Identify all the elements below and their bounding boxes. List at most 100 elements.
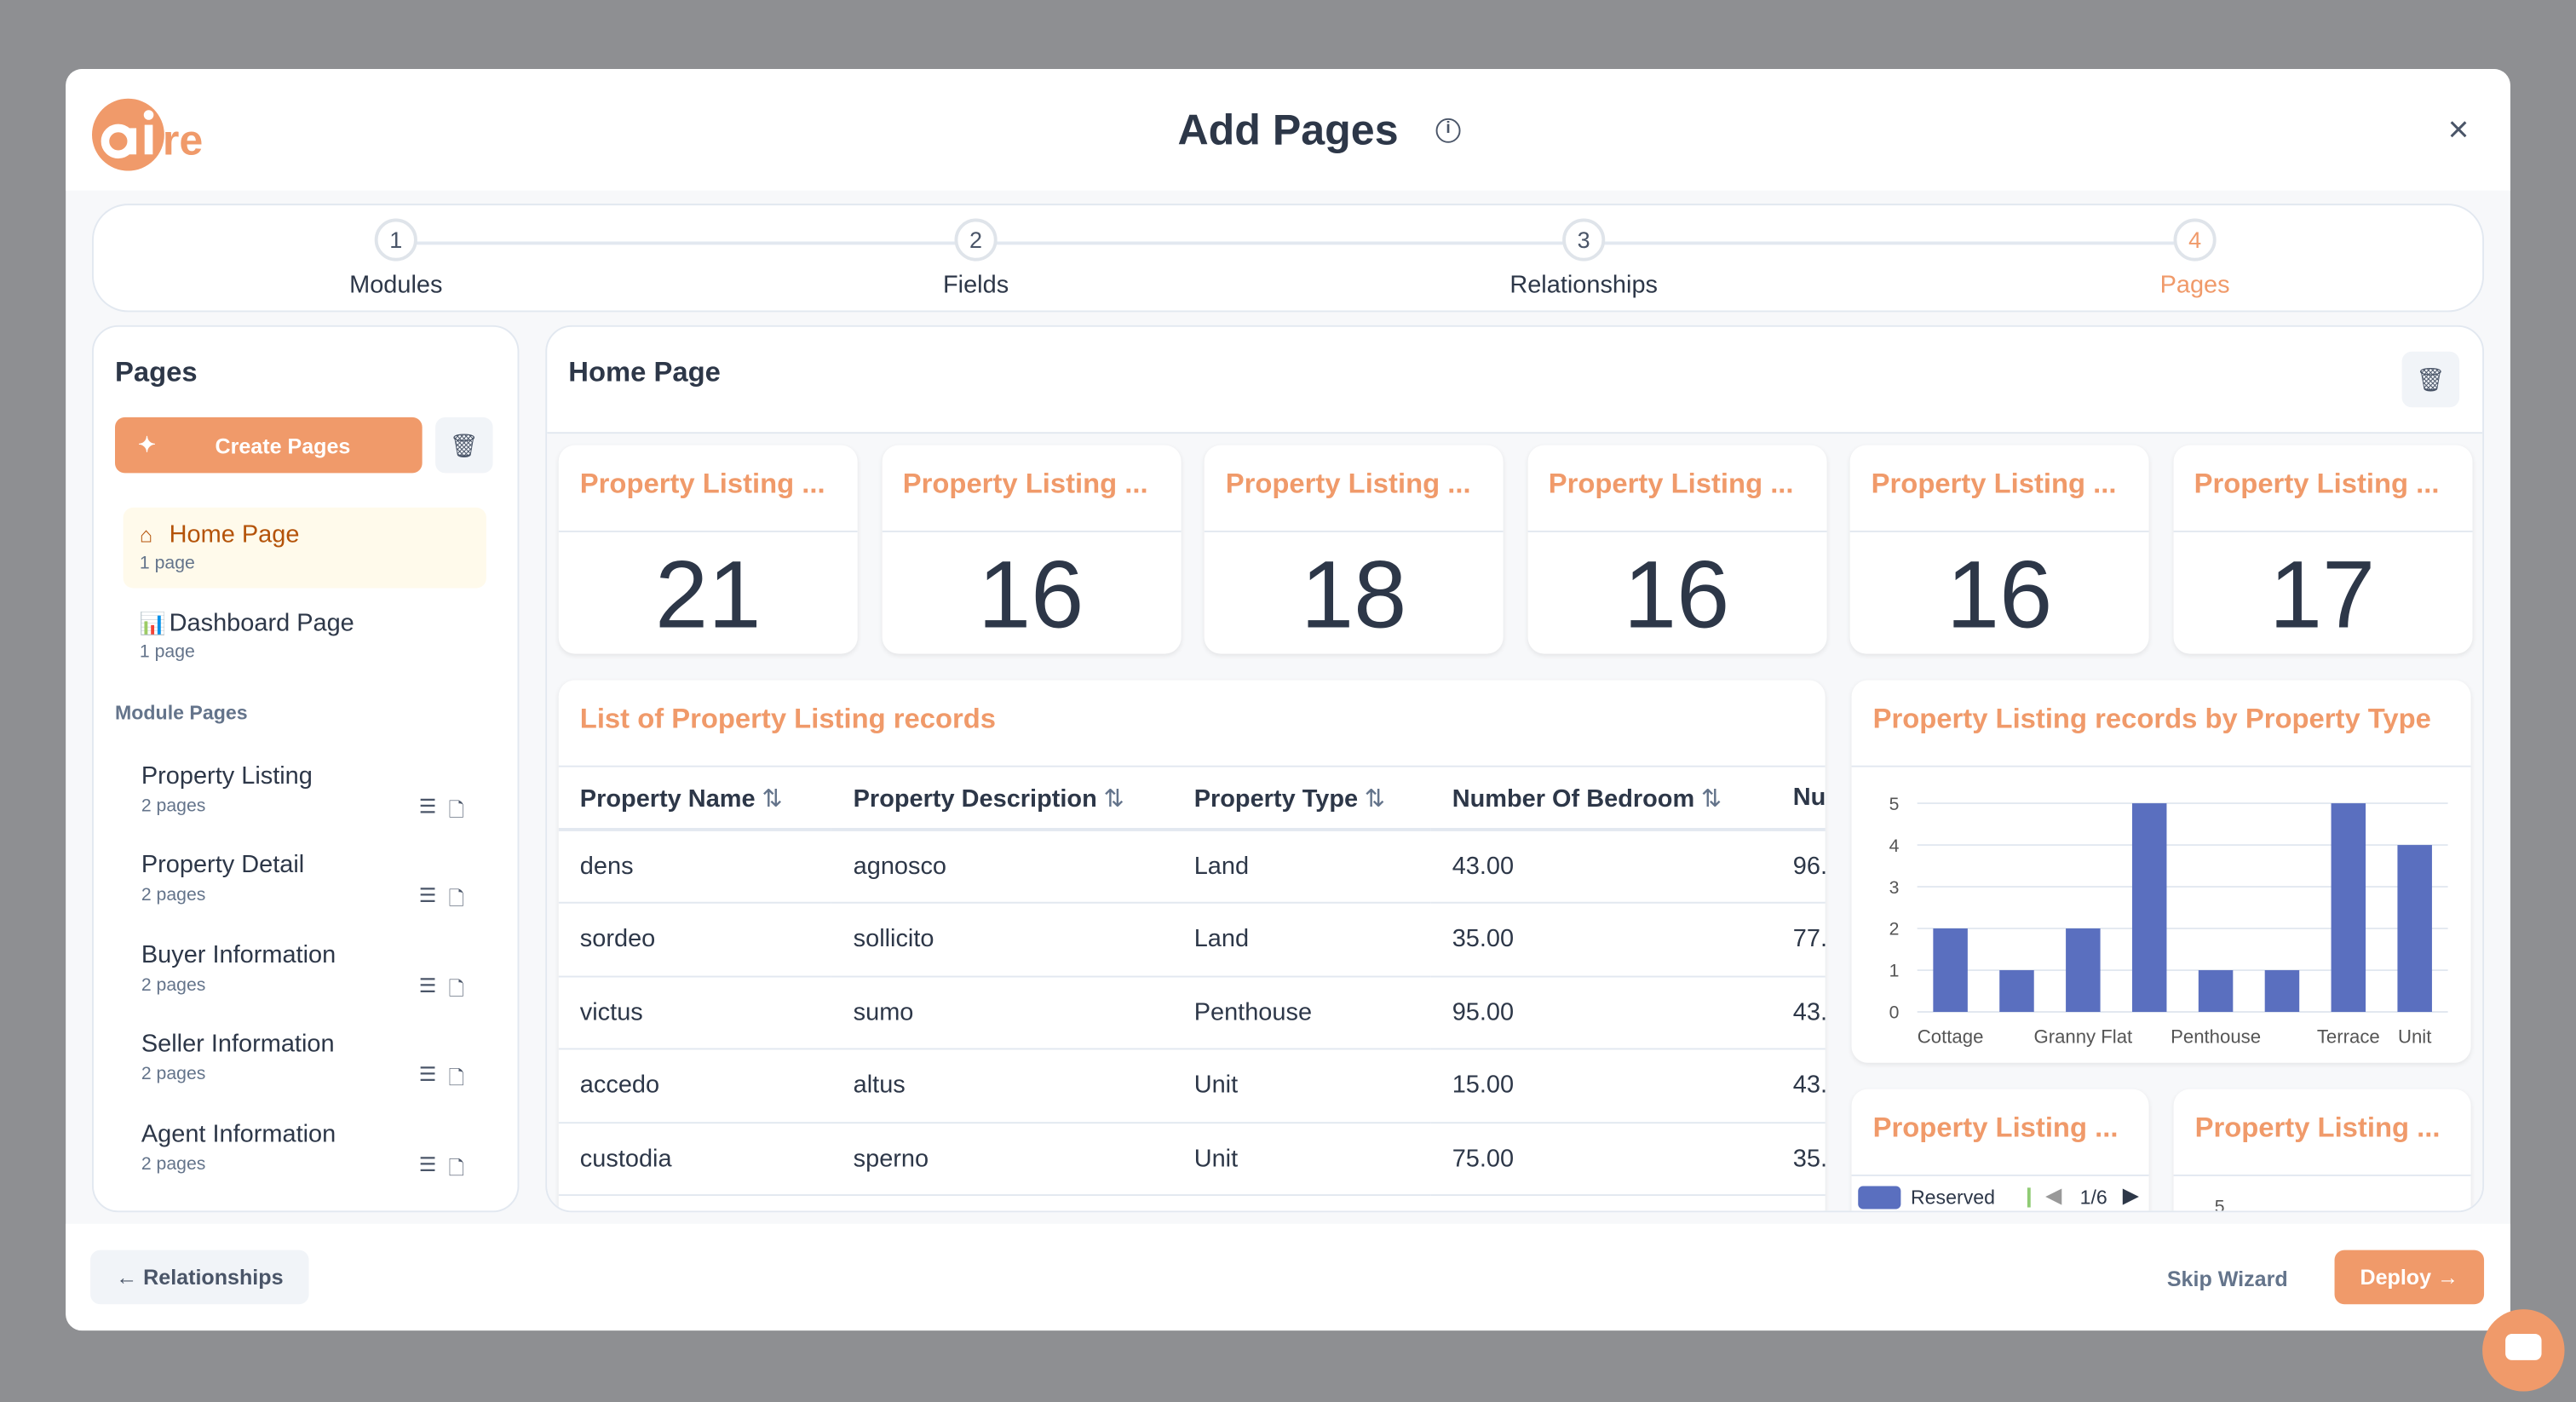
legend-prev-arrow[interactable]: ◀ <box>2045 1183 2061 1210</box>
back-relationships-button[interactable]: ← Relationships <box>90 1250 309 1305</box>
table-cell: 35.00 <box>1430 902 1772 977</box>
module-label: Agent Information <box>141 1120 336 1149</box>
x-tick-label: Granny Flat <box>2033 1026 2132 1048</box>
bar[interactable] <box>1933 928 1968 1013</box>
module-item[interactable]: Agent Information 2 pages ☰ 🗋 <box>141 1120 470 1179</box>
sort-icon[interactable]: ⇅ <box>1365 784 1385 813</box>
legend-page: 1/6 <box>2079 1186 2107 1210</box>
stat-value: 16 <box>1946 542 2053 649</box>
delete-pages-button[interactable]: 🗑 <box>435 417 493 474</box>
step-relationships[interactable]: 3 Relationships <box>1419 218 1748 300</box>
info-icon[interactable]: i <box>1435 118 1461 143</box>
divider <box>881 530 1181 532</box>
file-icon[interactable]: 🗋 <box>449 1063 465 1098</box>
table-cell: 43.00 <box>1771 1049 1826 1123</box>
legend-label[interactable]: Reserved <box>1911 1186 1995 1209</box>
column-header[interactable]: Number Of Bedroom ⇅ <box>1430 767 1772 831</box>
bar[interactable] <box>2198 970 2234 1013</box>
stat-title: Property Listing ... <box>1225 468 1471 500</box>
arrow-right-icon: → <box>2431 1265 2459 1290</box>
mini-chart-card: Property Listing ... 5 <box>2173 1089 2471 1213</box>
stat-value: 16 <box>977 542 1084 649</box>
stepper-line <box>395 241 2195 245</box>
file-icon[interactable]: 🗋 <box>449 795 465 830</box>
list-icon[interactable]: ☰ <box>419 795 437 818</box>
bar[interactable] <box>2264 970 2300 1013</box>
preview-body: Property Listing ... 21 Property Listing .… <box>547 432 2483 1213</box>
divider <box>2172 530 2472 532</box>
nav-sub: 1 page <box>139 553 195 574</box>
table-row[interactable]: victussumoPenthouse95.0043.00 <box>558 975 1826 1050</box>
legend-next-arrow[interactable]: ▶ <box>2123 1183 2139 1210</box>
module-item[interactable]: Buyer Information 2 pages ☰ 🗋 <box>141 941 470 1000</box>
sidebar-item-dashboard-page[interactable]: 📊 Dashboard Page 1 page <box>124 596 486 677</box>
step-fields[interactable]: 2 Fields <box>812 218 1141 300</box>
file-icon[interactable]: 🗋 <box>449 1153 465 1188</box>
stat-card: Property Listing ... 18 <box>1204 445 1504 654</box>
trash-icon: 🗑 <box>2416 366 2446 393</box>
module-item[interactable]: Property Listing 2 pages ☰ 🗋 <box>141 761 470 821</box>
column-header[interactable]: Property Name ⇅ <box>558 767 832 831</box>
table-cell: victus <box>558 975 832 1050</box>
table-cell: 96.00 <box>1771 829 1826 904</box>
column-label: Property Name <box>579 784 756 813</box>
module-label: Property Listing <box>141 761 313 790</box>
add-pages-modal: re Add Pages i × 1 Modules 2 Fields 3 Relat… <box>66 69 2510 1331</box>
deploy-label: Deploy <box>2360 1265 2432 1290</box>
stat-value: 21 <box>654 542 762 649</box>
column-header[interactable]: Property Type ⇅ <box>1172 767 1431 831</box>
table-cell: 75.00 <box>1430 1122 1772 1197</box>
module-item[interactable]: Seller Information 2 pages ☰ 🗋 <box>141 1030 470 1089</box>
sort-icon[interactable]: ⇅ <box>762 784 782 813</box>
delete-page-button[interactable]: 🗑 <box>2401 351 2460 408</box>
create-pages-button[interactable]: ✦ Create Pages <box>115 417 423 474</box>
y-tick: 5 <box>2214 1197 2225 1213</box>
list-icon[interactable]: ☰ <box>419 974 437 997</box>
legend-next-swatch <box>2027 1187 2031 1208</box>
sparkle-icon: ✦ <box>138 432 157 457</box>
list-icon[interactable]: ☰ <box>419 884 437 907</box>
table-row[interactable]: sordeosollicitoLand35.0077.00 <box>558 902 1826 977</box>
step-label: Fields <box>942 271 1009 300</box>
bar[interactable] <box>2331 803 2366 1013</box>
table-row[interactable]: densagnoscoLand43.0096.00 <box>558 829 1826 904</box>
step-number: 2 <box>954 218 998 261</box>
file-icon[interactable]: 🗋 <box>449 974 465 1009</box>
sort-icon[interactable]: ⇅ <box>1104 784 1124 813</box>
file-icon[interactable]: 🗋 <box>449 884 465 919</box>
column-header[interactable]: Property Description ⇅ <box>831 767 1173 831</box>
list-icon[interactable]: ☰ <box>419 1063 437 1086</box>
bar[interactable] <box>2131 803 2167 1013</box>
step-label: Relationships <box>1509 271 1659 300</box>
x-tick-label: Cottage <box>1918 1026 1984 1048</box>
divider <box>1204 530 1504 532</box>
deploy-button[interactable]: Deploy → <box>2334 1250 2485 1305</box>
table-row[interactable]: custodiaspernoUnit75.0035.00 <box>558 1122 1826 1197</box>
bar-chart-icon: 📊 <box>139 611 167 636</box>
bar[interactable] <box>2397 845 2432 1013</box>
sidebar-item-home-page[interactable]: ⌂ Home Page 1 page <box>123 507 486 589</box>
step-pages[interactable]: 4 Pages <box>2031 218 2360 299</box>
y-tick-label: 5 <box>1889 795 1900 814</box>
bar[interactable] <box>2066 928 2101 1013</box>
table-row[interactable]: accedoaltusUnit15.0043.00 <box>558 1049 1826 1123</box>
divider <box>558 530 858 532</box>
step-number: 4 <box>2173 218 2217 261</box>
records-table-card: List of Property Listing records Propert… <box>558 680 1826 1211</box>
module-label: Buyer Information <box>141 941 336 969</box>
bar[interactable] <box>1999 970 2034 1013</box>
module-item[interactable]: Property Detail 2 pages ☰ 🗋 <box>141 851 470 910</box>
sort-icon[interactable]: ⇅ <box>1701 784 1722 813</box>
chat-button[interactable] <box>2482 1309 2565 1392</box>
column-header[interactable]: Numb <box>1771 767 1826 831</box>
y-tick-label: 4 <box>1889 836 1900 856</box>
list-icon[interactable]: ☰ <box>419 1153 437 1176</box>
legend-swatch <box>1858 1186 1901 1210</box>
wizard-stepper: 1 Modules 2 Fields 3 Relationships 4 Pages <box>92 204 2485 313</box>
step-modules[interactable]: 1 Modules <box>232 218 561 299</box>
column-label: Number Of Bedroom <box>1452 784 1695 813</box>
skip-wizard-link[interactable]: Skip Wizard <box>2167 1267 2288 1291</box>
table-cell: 15.00 <box>1430 1049 1772 1123</box>
table-cell: 43.00 <box>1430 829 1772 904</box>
close-icon[interactable]: × <box>2448 108 2470 151</box>
